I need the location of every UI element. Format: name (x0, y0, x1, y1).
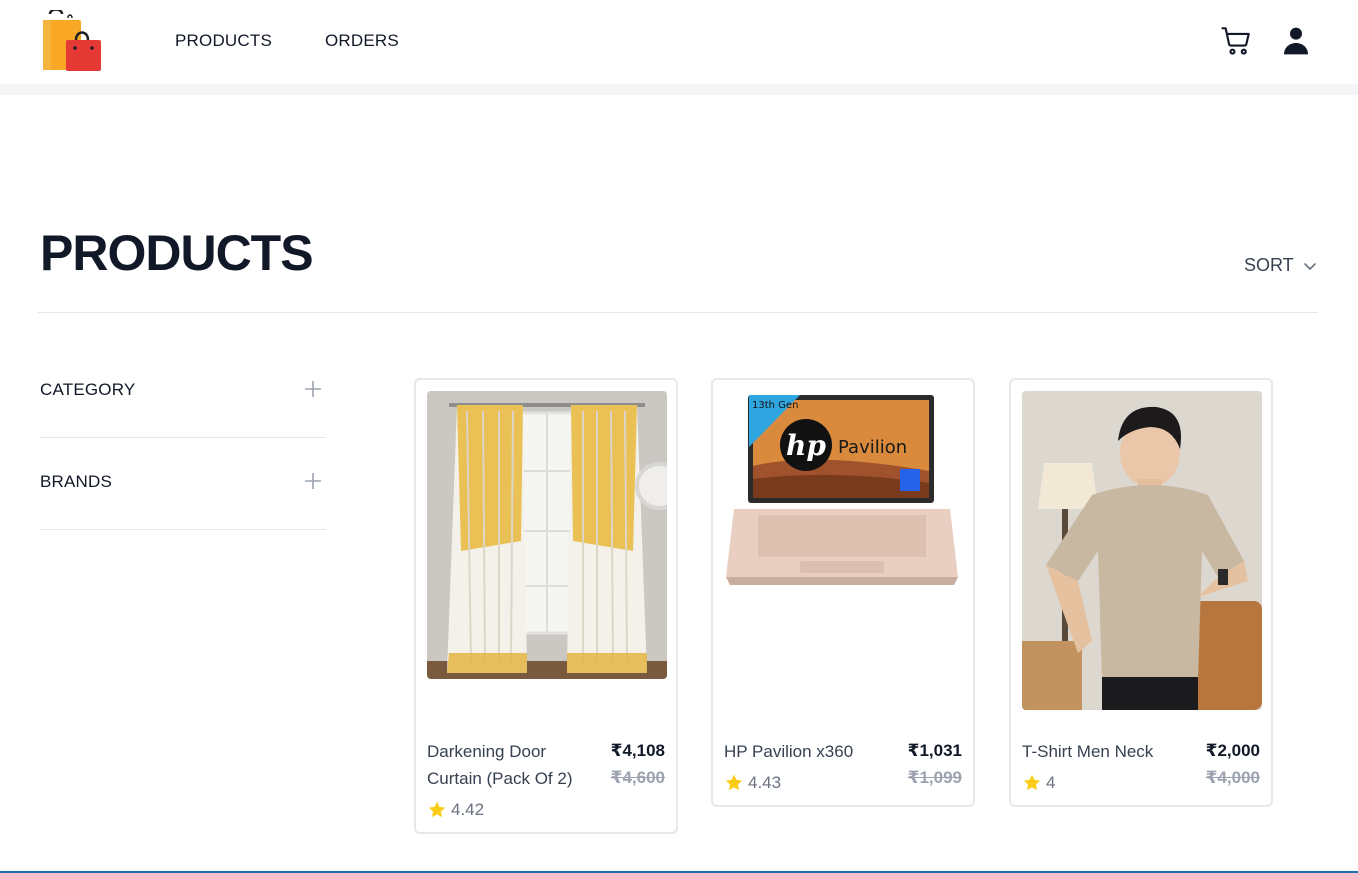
product-rating: 4.43 (724, 773, 781, 793)
product-name-line1: Darkening Door (427, 742, 547, 761)
filter-brands[interactable]: BRANDS (39, 438, 326, 530)
plus-icon (305, 381, 321, 397)
product-rating: 4 (1022, 773, 1055, 793)
sort-label: SORT (1244, 255, 1294, 275)
star-icon (725, 774, 743, 791)
product-rating-value: 4.42 (451, 800, 485, 819)
product-image-curtain (427, 391, 667, 679)
product-name: Darkening Door Curtain (Pack Of 2) (427, 738, 573, 792)
product-name-line2: Curtain (Pack Of 2) (427, 769, 573, 788)
nav-products-link[interactable]: PRODUCTS (175, 31, 272, 51)
product-price: ₹4,108 (610, 741, 665, 760)
chevron-down-icon (1303, 262, 1316, 270)
star-icon (428, 801, 446, 818)
filter-category-label: CATEGORY (40, 380, 136, 399)
product-rating-value: 4.43 (748, 773, 782, 792)
header-divider (0, 84, 1358, 95)
filter-category[interactable]: CATEGORY (39, 346, 326, 438)
laptop-badge-text: 13th Gen (752, 400, 798, 411)
product-name: T-Shirt Men Neck (1022, 742, 1154, 761)
sort-button[interactable]: SORT (1244, 255, 1318, 276)
hp-logo-text: hp (786, 429, 826, 462)
product-price: ₹2,000 (1205, 741, 1260, 760)
user-icon[interactable] (1280, 24, 1314, 58)
title-divider (38, 312, 1318, 313)
product-old-price: ₹1,099 (907, 768, 962, 787)
shopping-bags-logo-icon[interactable] (40, 8, 104, 74)
product-old-price: ₹4,600 (610, 768, 665, 787)
product-image-tshirt (1022, 391, 1262, 710)
star-icon (1023, 774, 1041, 791)
product-price: ₹1,031 (907, 741, 962, 760)
top-nav-bar: PRODUCTS ORDERS (0, 0, 1358, 84)
product-card-laptop[interactable]: hp Pavilion 13th Gen HP Pavilion x360 ₹1… (711, 378, 975, 807)
cart-icon[interactable] (1219, 24, 1253, 58)
product-old-price: ₹4,000 (1205, 768, 1260, 787)
product-card-curtain[interactable]: Darkening Door Curtain (Pack Of 2) ₹4,10… (414, 378, 678, 834)
filter-brands-label: BRANDS (40, 472, 113, 491)
laptop-model-text: Pavilion (838, 437, 907, 458)
product-card-tshirt[interactable]: T-Shirt Men Neck ₹2,000 ₹4,000 4 (1009, 378, 1273, 807)
product-name: HP Pavilion x360 (724, 742, 854, 761)
page-title: PRODUCTS (40, 225, 314, 281)
product-rating-value: 4 (1046, 773, 1056, 792)
product-image-laptop: hp Pavilion 13th Gen (724, 391, 964, 587)
nav-orders-link[interactable]: ORDERS (325, 31, 399, 51)
product-rating: 4.42 (427, 800, 484, 820)
plus-icon (305, 473, 321, 489)
